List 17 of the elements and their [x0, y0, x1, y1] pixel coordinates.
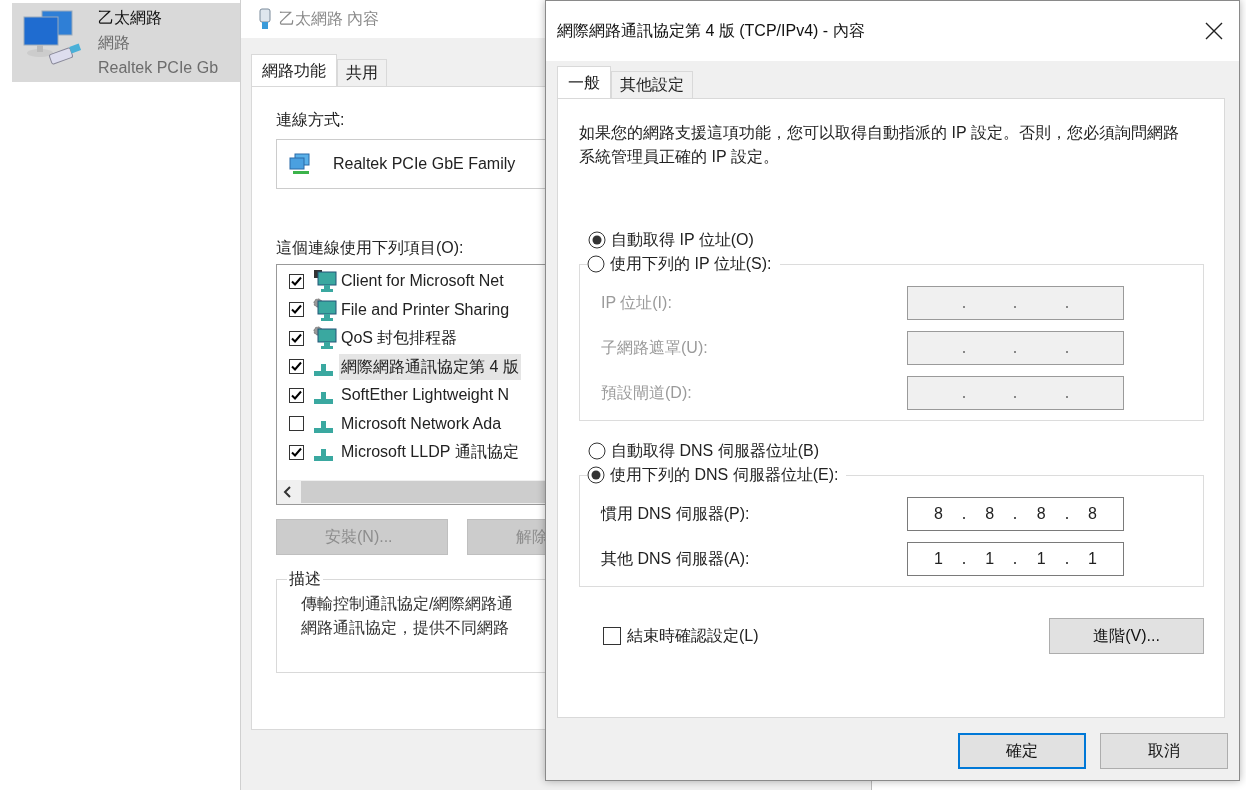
- field-label: 其他 DNS 伺服器(A):: [601, 548, 750, 569]
- description-text: 傳輸控制通訊協定/網際網路通: [301, 594, 514, 614]
- adapter-description: Realtek PCIe Gb: [98, 58, 219, 78]
- items-label: 這個連線使用下列項目(O):: [276, 238, 464, 258]
- adapter-name: Realtek PCIe GbE Family: [333, 155, 516, 173]
- field-label: 預設閘道(D):: [601, 382, 692, 403]
- description-text: 網路通訊協定，提供不同網路: [301, 618, 509, 638]
- intro-text: 如果您的網路支援這項功能，您可以取得自動指派的 IP 設定。否則，您必須詢問網路系統管理員正確的 IP 設定。: [579, 123, 1179, 167]
- field-label: 慣用 DNS 伺服器(P):: [601, 503, 750, 524]
- adapter-name: 乙太網路: [98, 8, 163, 28]
- field-label: IP 位址(I):: [601, 292, 672, 313]
- adapter-type: 網路: [98, 33, 131, 53]
- field-label: 子網路遮罩(U):: [601, 337, 708, 358]
- dialog-title: 網際網路通訊協定第 4 版 (TCP/IPv4) - 內容: [557, 20, 865, 41]
- group-title: 描述: [288, 569, 322, 589]
- connect-using-label: 連線方式:: [276, 110, 345, 130]
- window-title: 乙太網路 內容: [279, 8, 380, 29]
